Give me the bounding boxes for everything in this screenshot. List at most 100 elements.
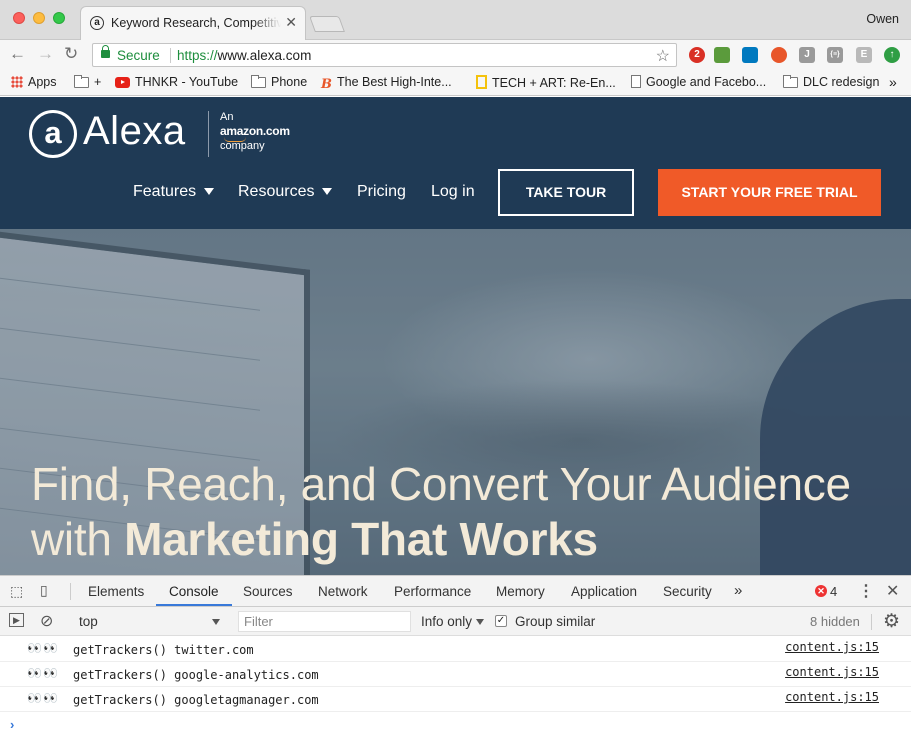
tab-memory[interactable]: Memory — [496, 584, 545, 599]
tab-close-icon[interactable]: ✕ — [285, 14, 297, 31]
console-log-row: 👀 👀 getTrackers() google-analytics.com c… — [0, 662, 911, 687]
nav-login[interactable]: Log in — [431, 183, 475, 201]
folder-icon — [251, 75, 266, 88]
hidden-messages-count: 8 hidden — [810, 614, 860, 629]
log-source-link[interactable]: content.js:15 — [785, 665, 879, 679]
forward-arrow-icon[interactable]: → — [37, 44, 54, 64]
bookmark-google-facebook[interactable]: Google and Facebo... — [631, 75, 766, 91]
alexa-favicon-icon: a — [90, 16, 104, 30]
close-devtools-icon[interactable]: ✕ — [886, 581, 899, 601]
blogger-icon: B — [321, 77, 332, 92]
address-divider — [170, 48, 171, 63]
bookmark-best-high-inte[interactable]: B The Best High-Inte... — [321, 75, 452, 92]
bookmark-dlc-redesign[interactable]: DLC redesign — [783, 75, 879, 91]
bookmark-apps[interactable]: Apps — [11, 75, 57, 91]
alexa-webpage: a Alexa An amazon.com company Features R… — [0, 97, 911, 575]
hero-headline-line2: with Marketing That Works — [31, 513, 598, 565]
console-filter-input[interactable] — [238, 611, 411, 632]
browser-toolbar: ← → ↻ Secure https://www.alexa.com ☆ 2 J {… — [0, 40, 911, 70]
tab-title: Keyword Research, Competitive — [111, 16, 281, 30]
context-select[interactable]: top — [71, 611, 226, 632]
folder-icon — [783, 75, 798, 88]
take-tour-button[interactable]: TAKE TOUR — [498, 169, 634, 216]
error-count[interactable]: 4 — [830, 584, 837, 599]
hero-banner: Find, Reach, and Convert Your Audience w… — [0, 229, 911, 575]
log-level-select[interactable]: Info only — [421, 614, 485, 629]
logo-an-text: An — [220, 111, 234, 123]
inspect-element-icon[interactable]: ⬚ — [10, 583, 23, 600]
chevron-down-icon — [204, 188, 215, 195]
bookmark-thnkr-youtube[interactable]: THNKR - YouTube — [115, 75, 238, 91]
browser-tab-active[interactable]: a Keyword Research, Competitive ✕ — [80, 6, 306, 41]
devtools-panel: ⬚ ▯ Elements Console Sources Network Per… — [0, 575, 911, 737]
ext-green-icon[interactable] — [714, 47, 730, 63]
browser-titlebar: a Keyword Research, Competitive ✕ Owen — [0, 0, 911, 41]
eyes-emoji-icon: 👀 👀 — [27, 641, 58, 655]
bookmark-star-icon[interactable]: ☆ — [656, 46, 670, 66]
zoom-window-button[interactable] — [53, 12, 65, 24]
lock-icon — [101, 45, 110, 58]
ext-json-icon[interactable]: {≡} — [827, 47, 843, 63]
apps-grid-icon — [11, 76, 23, 88]
log-source-link[interactable]: content.js:15 — [785, 690, 879, 704]
log-message: getTrackers() googletagmanager.com — [73, 693, 319, 707]
tab-sources[interactable]: Sources — [243, 584, 293, 599]
new-tab-button[interactable] — [309, 16, 345, 32]
log-message: getTrackers() google-analytics.com — [73, 668, 319, 682]
logo-divider — [208, 111, 209, 157]
tab-console[interactable]: Console — [169, 584, 219, 599]
address-bar[interactable]: Secure https://www.alexa.com ☆ — [92, 43, 677, 67]
close-window-button[interactable] — [13, 12, 25, 24]
console-settings-gear-icon[interactable]: ⚙ — [883, 610, 900, 633]
ext-j-icon[interactable]: J — [799, 47, 815, 63]
ext-trello-icon[interactable] — [742, 47, 758, 63]
tab-performance[interactable]: Performance — [394, 584, 471, 599]
sidebar-toggle-icon[interactable]: ▶ — [9, 613, 24, 627]
toolbar-divider — [871, 614, 872, 630]
ext-orange-icon[interactable] — [771, 47, 787, 63]
bookmark-folder-plus[interactable]: + — [74, 75, 101, 91]
more-options-icon[interactable]: ⋮ — [858, 581, 874, 601]
bookmark-phone[interactable]: Phone — [251, 75, 307, 91]
clear-console-icon[interactable]: ⊘ — [40, 611, 53, 631]
bookmarks-overflow-chevron-icon[interactable]: » — [889, 75, 897, 91]
start-free-trial-button[interactable]: START YOUR FREE TRIAL — [658, 169, 881, 216]
tab-security[interactable]: Security — [663, 584, 712, 599]
bookmark-icon — [476, 75, 487, 89]
youtube-icon — [115, 77, 130, 88]
secure-label: Secure — [117, 48, 160, 63]
device-toolbar-icon[interactable]: ▯ — [40, 582, 48, 599]
dropdown-arrow-icon — [212, 619, 220, 625]
nav-pricing[interactable]: Pricing — [357, 183, 406, 201]
tab-elements[interactable]: Elements — [88, 584, 144, 599]
tab-application[interactable]: Application — [571, 584, 637, 599]
tab-network[interactable]: Network — [318, 584, 368, 599]
ext-upload-icon[interactable]: ↑ — [884, 47, 900, 63]
devtools-tabbar: ⬚ ▯ Elements Console Sources Network Per… — [0, 576, 911, 607]
more-tabs-chevron-icon[interactable]: » — [734, 582, 742, 599]
minimize-window-button[interactable] — [33, 12, 45, 24]
logo-company-text: company — [220, 140, 265, 152]
ext-red-icon[interactable]: 2 — [689, 47, 705, 63]
chevron-down-icon — [322, 188, 333, 195]
alexa-logo-wordmark[interactable]: Alexa — [83, 109, 186, 154]
console-prompt-chevron-icon[interactable]: › — [10, 717, 14, 732]
back-arrow-icon[interactable]: ← — [9, 44, 26, 64]
toolbar-divider — [70, 583, 71, 600]
page-icon — [631, 75, 641, 88]
log-source-link[interactable]: content.js:15 — [785, 640, 879, 654]
error-icon[interactable]: ✕ — [815, 585, 827, 597]
nav-resources[interactable]: Resources — [238, 183, 333, 201]
site-header: a Alexa An amazon.com company Features R… — [0, 97, 911, 229]
reload-icon[interactable]: ↻ — [64, 44, 78, 64]
ext-e-icon[interactable]: E — [856, 47, 872, 63]
alexa-logo-icon[interactable]: a — [29, 110, 77, 158]
amazon-logo-text: amazon.com — [220, 124, 290, 142]
nav-features[interactable]: Features — [133, 183, 215, 201]
group-similar-checkbox[interactable]: ✓ — [495, 615, 507, 627]
url-text[interactable]: https://www.alexa.com — [177, 48, 311, 63]
dropdown-arrow-icon — [476, 619, 485, 625]
bookmark-tech-art[interactable]: TECH + ART: Re-En... — [476, 75, 616, 91]
profile-name[interactable]: Owen — [866, 12, 899, 26]
eyes-emoji-icon: 👀 👀 — [27, 666, 58, 680]
